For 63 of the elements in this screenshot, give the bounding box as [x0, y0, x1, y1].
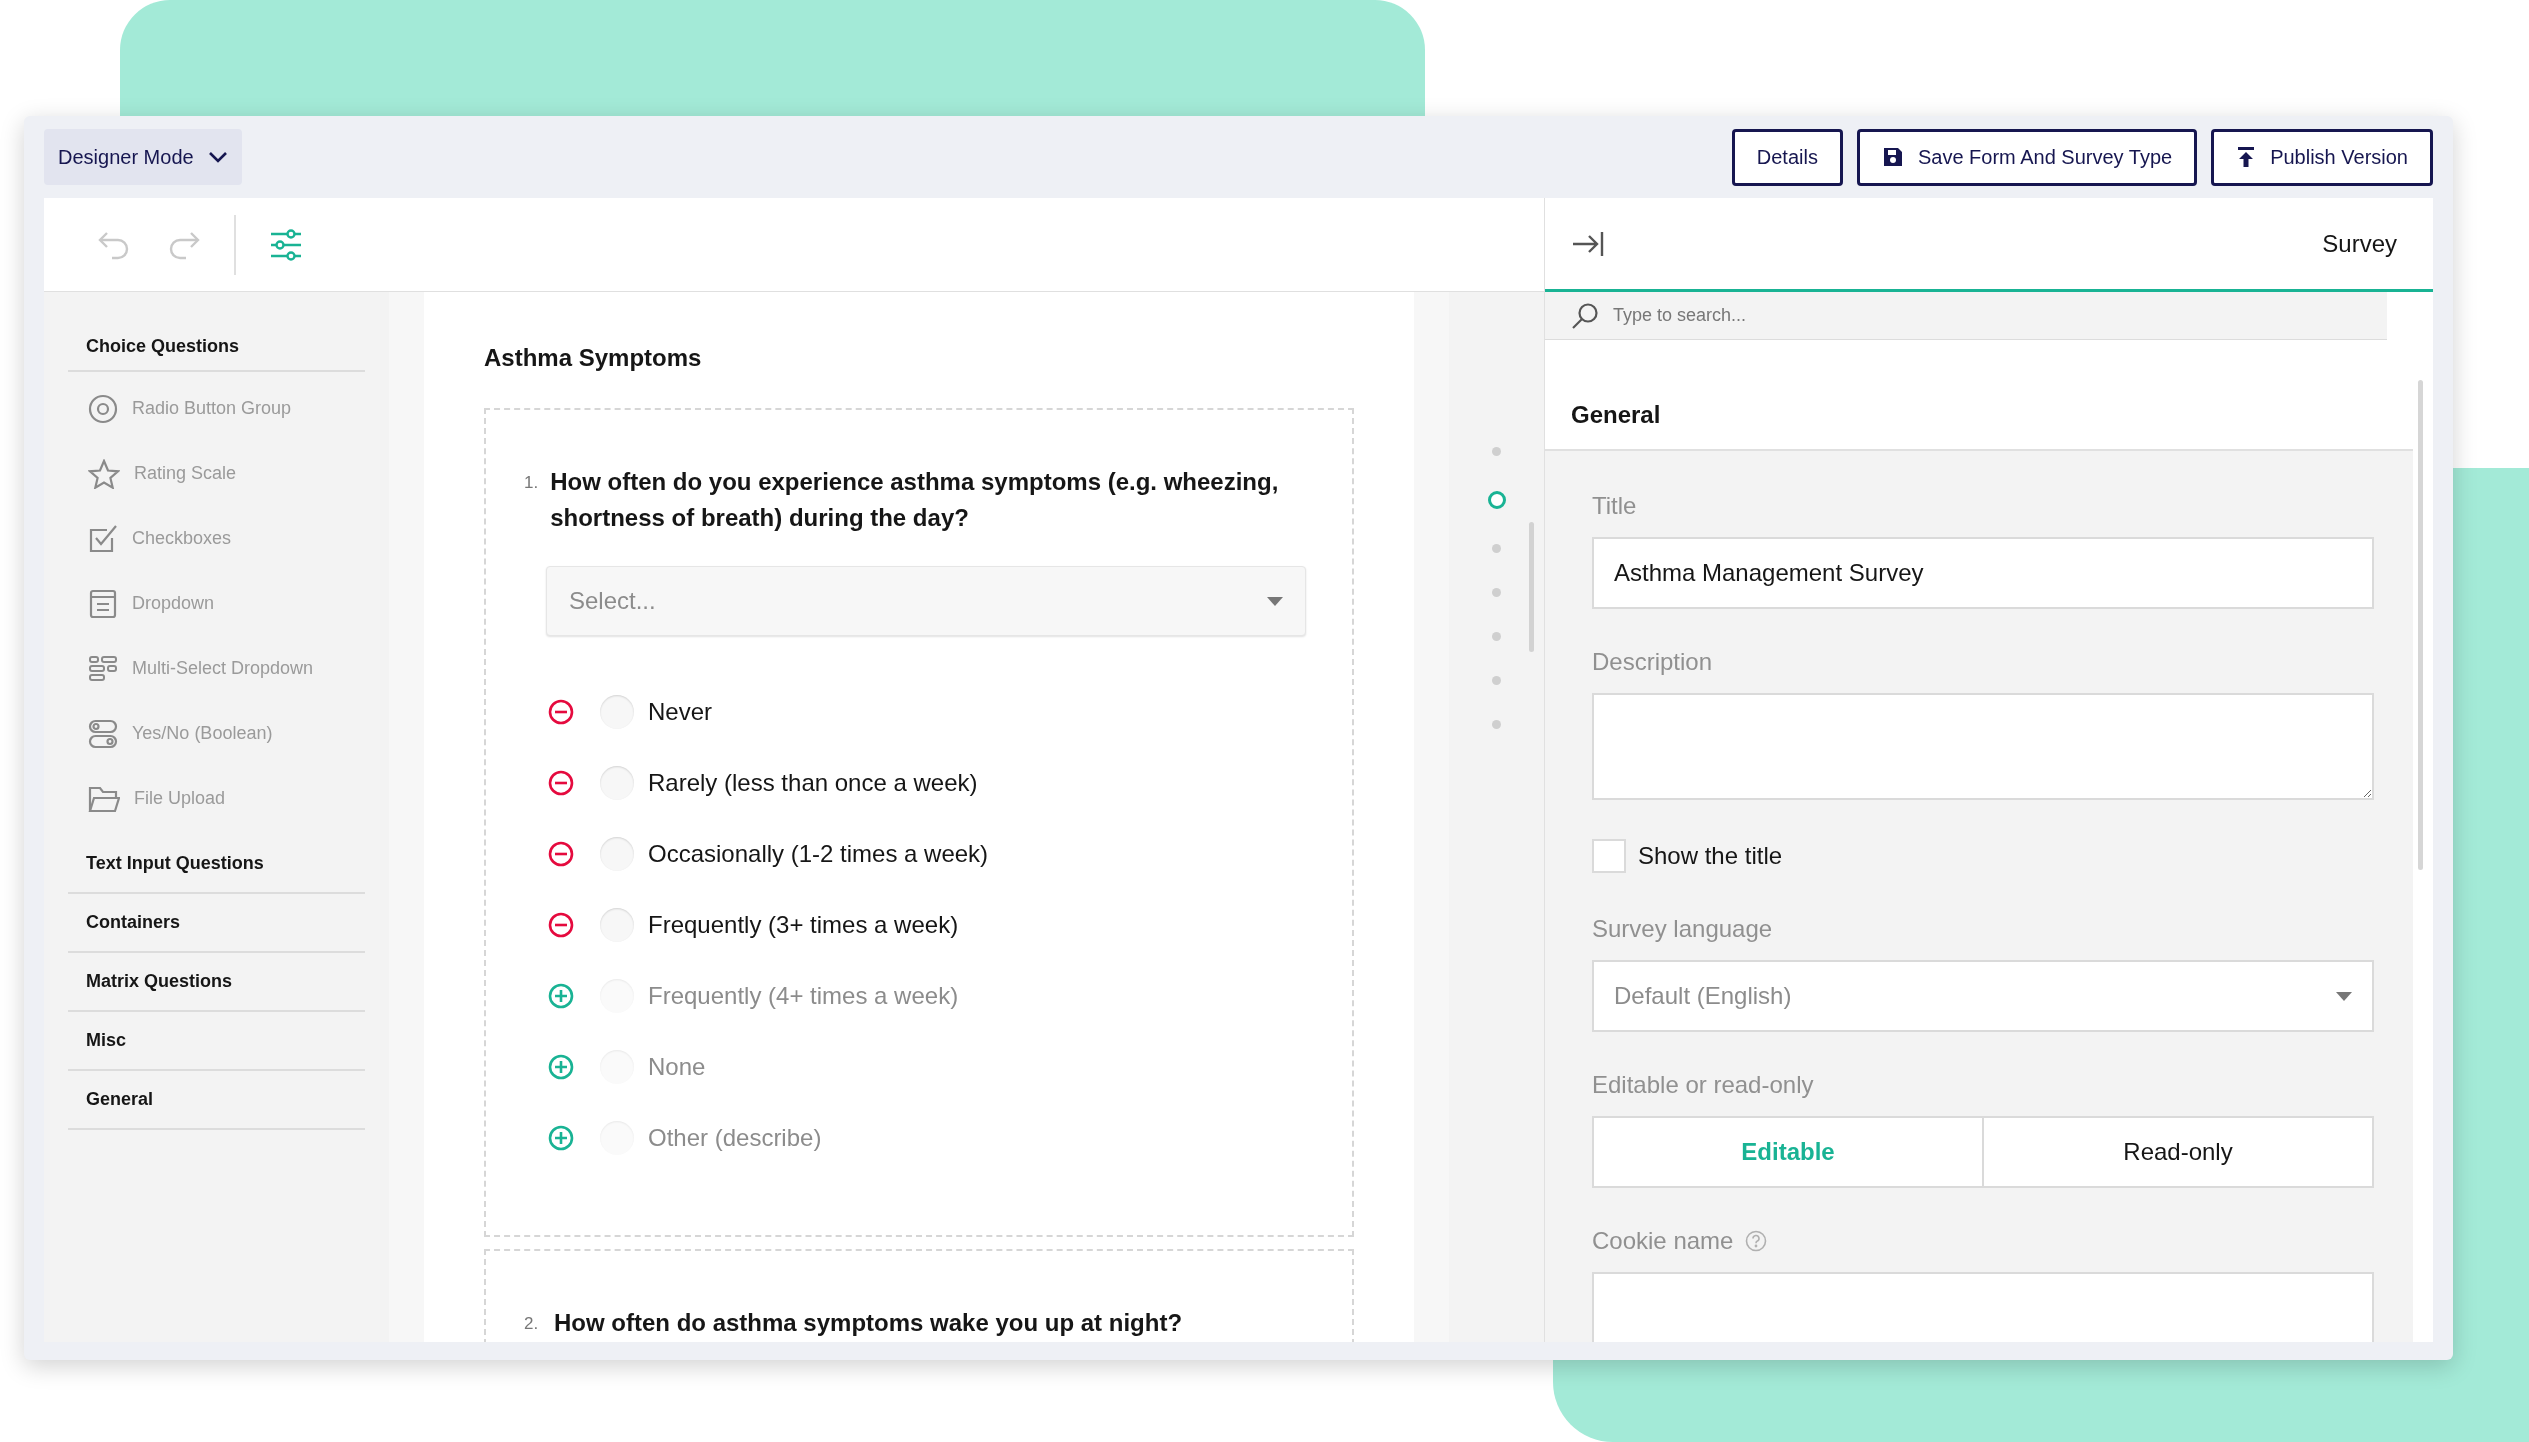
- panel-title: Survey: [2322, 228, 2398, 259]
- radio-icon: [88, 393, 118, 424]
- radio-button[interactable]: [600, 694, 634, 729]
- checkbox[interactable]: [1592, 839, 1626, 873]
- choice-label: Occasionally (1-2 times a week): [648, 838, 989, 869]
- search-input[interactable]: Type to search...: [1613, 302, 2387, 329]
- remove-choice-button[interactable]: [548, 911, 574, 938]
- remove-choice-button[interactable]: [548, 698, 574, 725]
- star-icon: [88, 458, 120, 489]
- text-field[interactable]: [1592, 1272, 2374, 1342]
- checkbox-icon: [88, 523, 118, 554]
- radio-button[interactable]: [600, 907, 634, 942]
- category-header[interactable]: Misc: [86, 1027, 127, 1054]
- choice-label: None: [648, 1051, 706, 1082]
- field-label: Description: [1592, 647, 1713, 677]
- choice-label: Frequently (3+ times a week): [648, 909, 959, 940]
- remove-choice-button[interactable]: [548, 840, 574, 867]
- category-header[interactable]: Text Input Questions: [86, 850, 264, 877]
- caret-icon: [2336, 991, 2352, 1001]
- folder-icon: [88, 784, 120, 813]
- category-header[interactable]: Choice Questions: [86, 332, 240, 360]
- mode-dropdown[interactable]: Designer Mode: [44, 129, 242, 185]
- field-label: Editable or read-only: [1592, 1070, 1814, 1100]
- field-label: Cookie name: [1592, 1226, 1734, 1256]
- question-number: 1.: [524, 472, 539, 494]
- choice-label: Rarely (less than once a week): [648, 767, 978, 798]
- text-field[interactable]: Asthma Management Survey: [1592, 537, 2374, 609]
- tags-icon: [88, 653, 118, 684]
- choice-label: Frequently (4+ times a week): [648, 980, 959, 1011]
- collapse-button[interactable]: [1571, 229, 1605, 258]
- search-field[interactable]: Type to search...: [1545, 292, 2387, 340]
- chevron-down-icon: [207, 151, 228, 163]
- radio-button[interactable]: [600, 836, 634, 871]
- choice-label: Other (describe): [648, 1122, 822, 1153]
- list-icon: [88, 588, 118, 619]
- search-icon: [1571, 301, 1599, 330]
- question-text: How often do asthma symptoms wake you up at night?: [554, 1308, 1183, 1338]
- header-button[interactable]: Details: [1731, 128, 1843, 186]
- field-label: Survey language: [1592, 914, 1773, 944]
- add-choice-button[interactable]: [548, 1053, 574, 1080]
- scrollbar[interactable]: [1529, 522, 1534, 652]
- save-icon: [1881, 146, 1904, 168]
- page-title: Asthma Symptoms: [484, 343, 703, 373]
- description-field[interactable]: [1592, 693, 2374, 800]
- category-header[interactable]: General: [86, 1086, 154, 1113]
- radio-button[interactable]: [600, 765, 634, 800]
- segment-option[interactable]: Read-only: [1982, 1118, 2372, 1186]
- category-header[interactable]: Containers: [86, 909, 181, 936]
- header-button[interactable]: Save Form And Survey Type: [1856, 128, 2198, 186]
- category-header[interactable]: Matrix Questions: [86, 968, 233, 995]
- caret-icon: [1267, 596, 1283, 606]
- remove-choice-button[interactable]: [548, 769, 574, 796]
- question-number: 2.: [524, 1313, 540, 1335]
- checkbox-label: Show the title: [1638, 841, 1783, 871]
- question-text: How often do you experience asthma symptoms (e.g. wheezing, shortness of breath) during the day?: [550, 467, 1280, 533]
- upload-icon: [2236, 146, 2257, 168]
- add-choice-button[interactable]: [548, 1124, 574, 1151]
- header-button[interactable]: Publish Version: [2211, 128, 2433, 186]
- add-choice-button[interactable]: [548, 982, 574, 1009]
- scrollbar[interactable]: [2418, 380, 2423, 870]
- choice-label: Never: [648, 696, 713, 727]
- field-label: Title: [1592, 491, 1637, 521]
- toggle-icon: [88, 718, 118, 749]
